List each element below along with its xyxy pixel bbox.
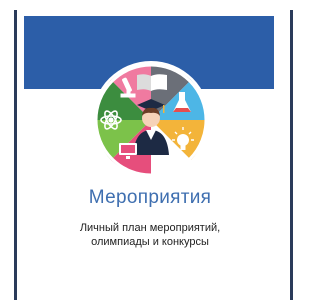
card-subtitle: Личный план мероприятий, олимпиады и кон… (40, 221, 260, 249)
subtitle-line-1: Личный план мероприятий, (79, 222, 221, 234)
events-emblem (92, 61, 210, 179)
book-icon (137, 74, 167, 91)
subtitle-line-2: олимпиады и конкурсы (91, 236, 209, 248)
card-title: Мероприятия (88, 187, 212, 208)
